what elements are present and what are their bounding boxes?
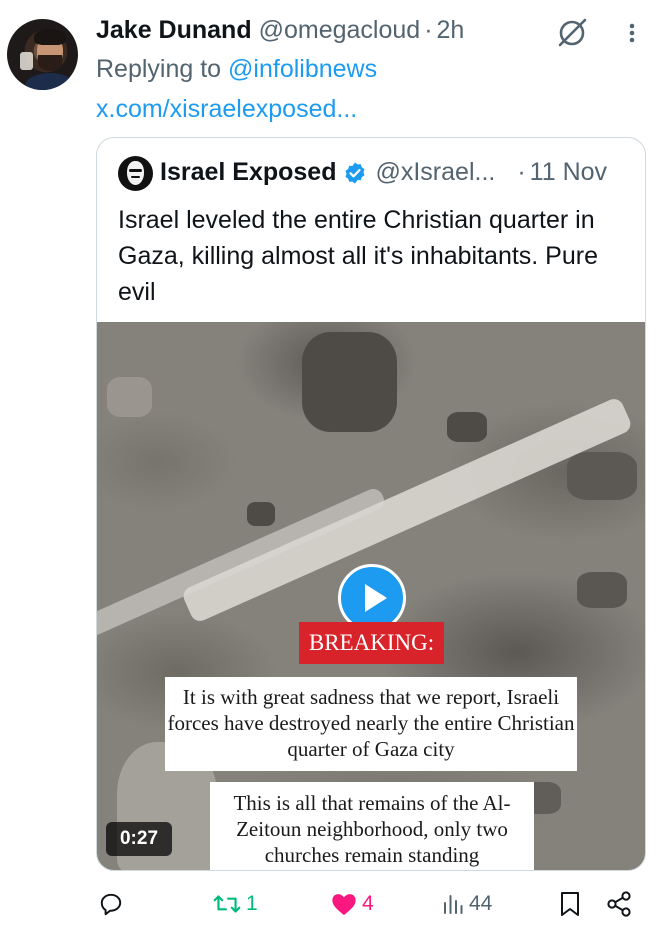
share-button[interactable] xyxy=(605,884,633,924)
quote-text: Israel leveled the entire Christian quar… xyxy=(118,206,598,306)
tweet-time[interactable]: 2h xyxy=(437,16,465,45)
quote-separator: · xyxy=(517,158,526,186)
video-player[interactable]: BREAKING: It is with great sadness that … xyxy=(97,322,645,870)
breaking-label: BREAKING: xyxy=(299,622,444,664)
tweet-link[interactable]: x.com/xisraelexposed... xyxy=(96,95,357,124)
quote-header: Israel Exposed @xIsrael... · 11 Nov xyxy=(160,158,607,187)
author-name[interactable]: Jake Dunand xyxy=(96,16,252,45)
quote-author-handle[interactable]: @xIsrael... xyxy=(375,158,495,187)
tweet-header: Jake Dunand @omegacloud · 2h xyxy=(96,16,464,48)
avatar-glass xyxy=(20,52,33,70)
replying-to-mention[interactable]: @infolibnews xyxy=(228,55,377,83)
views-icon xyxy=(444,895,463,914)
avatar-shirt xyxy=(25,73,75,90)
rubble-rock xyxy=(247,502,275,526)
quote-time[interactable]: 11 Nov xyxy=(530,158,607,187)
author-handle[interactable]: @omegacloud xyxy=(259,16,421,45)
rubble-rock xyxy=(567,452,637,500)
rubble-rock xyxy=(302,332,397,432)
reply-button[interactable] xyxy=(98,884,128,924)
avatar-hair xyxy=(34,29,66,45)
quoted-tweet-card[interactable]: Israel Exposed @xIsrael... · 11 Nov Isra… xyxy=(96,137,646,871)
bookmark-icon xyxy=(561,892,579,916)
like-count: 4 xyxy=(362,892,374,915)
share-icon xyxy=(607,891,631,917)
avatar-beard xyxy=(38,55,62,71)
play-icon xyxy=(365,584,387,612)
like-icon xyxy=(332,894,356,916)
rubble-rock xyxy=(107,377,152,417)
replying-prefix: Replying to xyxy=(96,55,229,83)
rubble-rock xyxy=(447,412,487,442)
author-avatar[interactable] xyxy=(7,19,78,90)
video-caption-primary: It is with great sadness that we report,… xyxy=(165,677,577,771)
views-count: 44 xyxy=(469,892,493,915)
retweet-button[interactable]: 1 xyxy=(212,884,258,924)
rubble-rock xyxy=(577,572,627,608)
mask-avatar-graphic xyxy=(127,161,144,185)
like-button[interactable]: 4 xyxy=(330,884,374,924)
grok-icon[interactable] xyxy=(554,15,590,51)
bookmark-button[interactable] xyxy=(558,884,582,924)
views-button[interactable]: 44 xyxy=(441,884,492,924)
tweet-action-bar: 1 4 44 xyxy=(0,884,664,924)
replying-to-line: Replying to @infolibnews xyxy=(96,55,377,84)
quote-author-avatar[interactable] xyxy=(118,156,153,191)
retweet-icon xyxy=(213,895,241,913)
more-icon[interactable] xyxy=(620,18,644,48)
verified-icon xyxy=(345,162,365,183)
quote-author-name[interactable]: Israel Exposed xyxy=(160,158,336,187)
video-caption-secondary: This is all that remains of the Al-Zeito… xyxy=(210,782,534,870)
retweet-count: 1 xyxy=(246,892,258,915)
video-duration: 0:27 xyxy=(106,822,172,856)
header-separator: · xyxy=(424,16,433,44)
reply-icon xyxy=(100,893,122,916)
